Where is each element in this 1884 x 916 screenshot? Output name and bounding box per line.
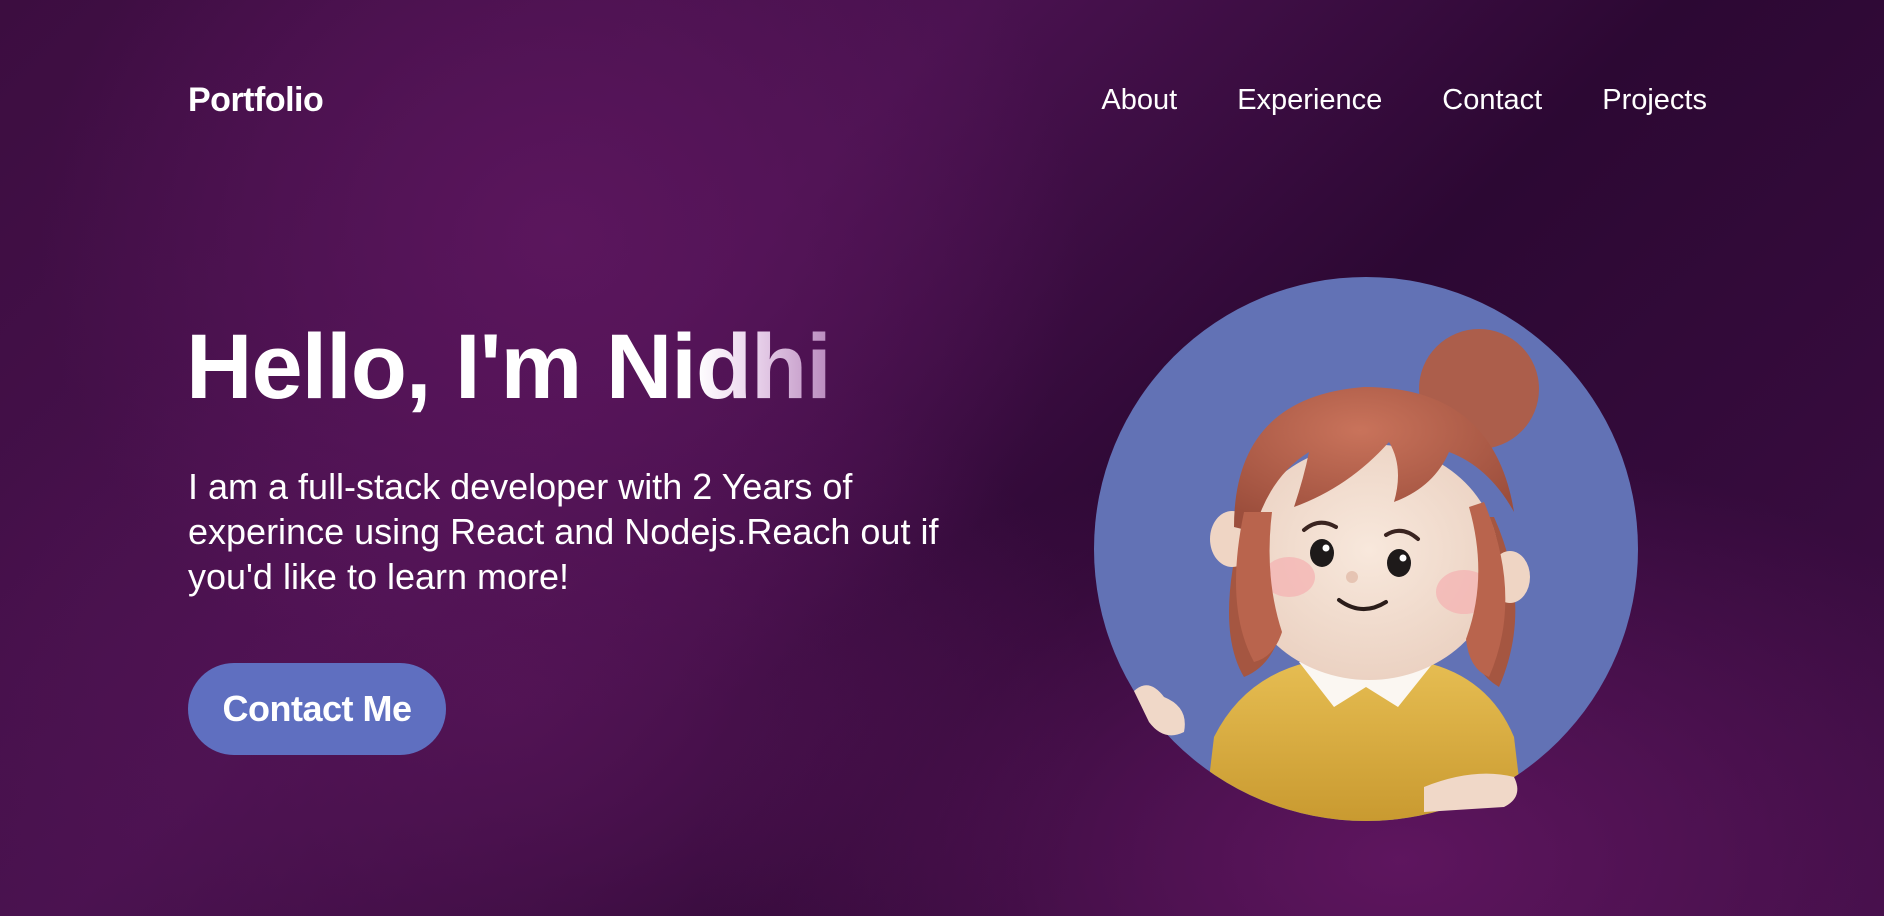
hero-name-fade: dhi — [695, 316, 832, 418]
contact-me-button[interactable]: Contact Me — [188, 663, 446, 755]
hero-greeting: Hello, I'm — [186, 316, 606, 418]
cartoon-girl-avatar-icon — [1094, 277, 1638, 821]
hero-title: Hello, I'm Nidhi — [186, 312, 832, 422]
nav-item-experience: Experience — [1237, 76, 1382, 124]
nav-item-projects: Projects — [1602, 76, 1707, 124]
hero-name-solid: Ni — [605, 316, 697, 418]
nav-link-projects[interactable]: Projects — [1602, 76, 1707, 124]
avatar — [1094, 277, 1638, 821]
nav-link-contact[interactable]: Contact — [1442, 76, 1542, 124]
nav-item-about: About — [1101, 76, 1177, 124]
top-navbar: Portfolio About Experience Contact Proje… — [0, 0, 1884, 200]
brand-logo[interactable]: Portfolio — [188, 76, 324, 124]
nav-link-about[interactable]: About — [1101, 76, 1177, 124]
nav-item-contact: Contact — [1442, 76, 1542, 124]
nav-link-experience[interactable]: Experience — [1237, 76, 1382, 124]
hero-description: I am a full-stack developer with 2 Years… — [188, 466, 939, 597]
nav-links: About Experience Contact Projects — [1101, 76, 1707, 124]
